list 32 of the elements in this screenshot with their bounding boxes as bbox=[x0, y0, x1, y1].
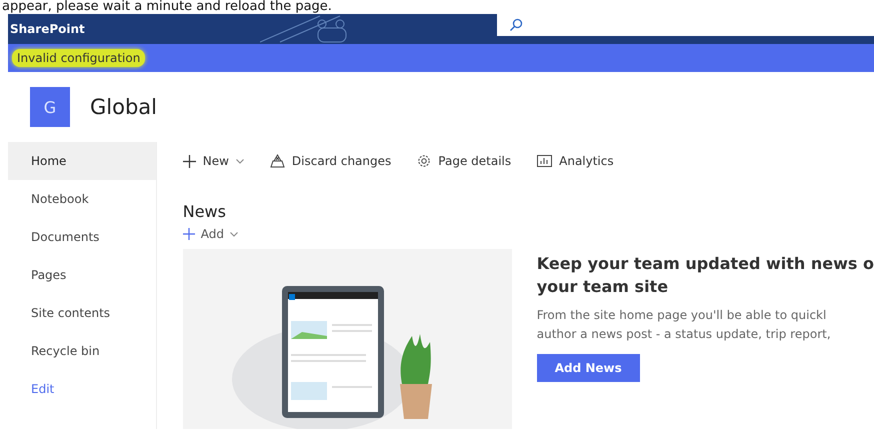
settings-icon bbox=[417, 154, 432, 168]
nav-item[interactable]: Home bbox=[8, 142, 156, 180]
command-button[interactable]: Page details bbox=[417, 154, 512, 168]
promo-heading: your team site bbox=[536, 276, 670, 298]
banner-message: Invalid configuration bbox=[12, 49, 146, 67]
plus-icon bbox=[182, 154, 196, 168]
command-button[interactable]: New bbox=[182, 154, 244, 168]
caret-icon bbox=[236, 158, 244, 164]
add-news-button[interactable]: Add News bbox=[536, 354, 640, 382]
site-logo[interactable]: G bbox=[30, 87, 70, 127]
discard-icon bbox=[270, 154, 285, 168]
search-field[interactable] bbox=[497, 14, 874, 36]
promo-description: From the site home page you'll be able to quickl bbox=[536, 307, 828, 324]
caret-icon bbox=[230, 232, 238, 236]
section-heading: News bbox=[182, 202, 227, 221]
command-button[interactable]: Discard changes bbox=[270, 154, 392, 168]
promo-heading: Keep your team updated with news o bbox=[536, 253, 874, 275]
add-button[interactable]: Add bbox=[182, 227, 238, 241]
nav-item[interactable]: Pages bbox=[8, 256, 156, 294]
nav-item[interactable]: Documents bbox=[8, 218, 156, 256]
nav-item[interactable]: Site contents bbox=[8, 294, 156, 332]
notice-text: appear, please wait a minute and reload the page. bbox=[1, 0, 332, 14]
site-title: Global bbox=[90, 95, 157, 119]
command-button[interactable]: Analytics bbox=[537, 154, 614, 168]
search-icon bbox=[509, 18, 523, 32]
promo-description: author a news post - a status update, trip report, bbox=[536, 326, 832, 343]
nav-item[interactable]: Recycle bin bbox=[8, 332, 156, 370]
analytics-icon bbox=[537, 155, 552, 167]
nav-item[interactable]: Notebook bbox=[8, 180, 156, 218]
edit-link[interactable]: Edit bbox=[8, 370, 156, 408]
plus-icon bbox=[182, 228, 195, 240]
app-name[interactable]: SharePoint bbox=[8, 22, 230, 36]
